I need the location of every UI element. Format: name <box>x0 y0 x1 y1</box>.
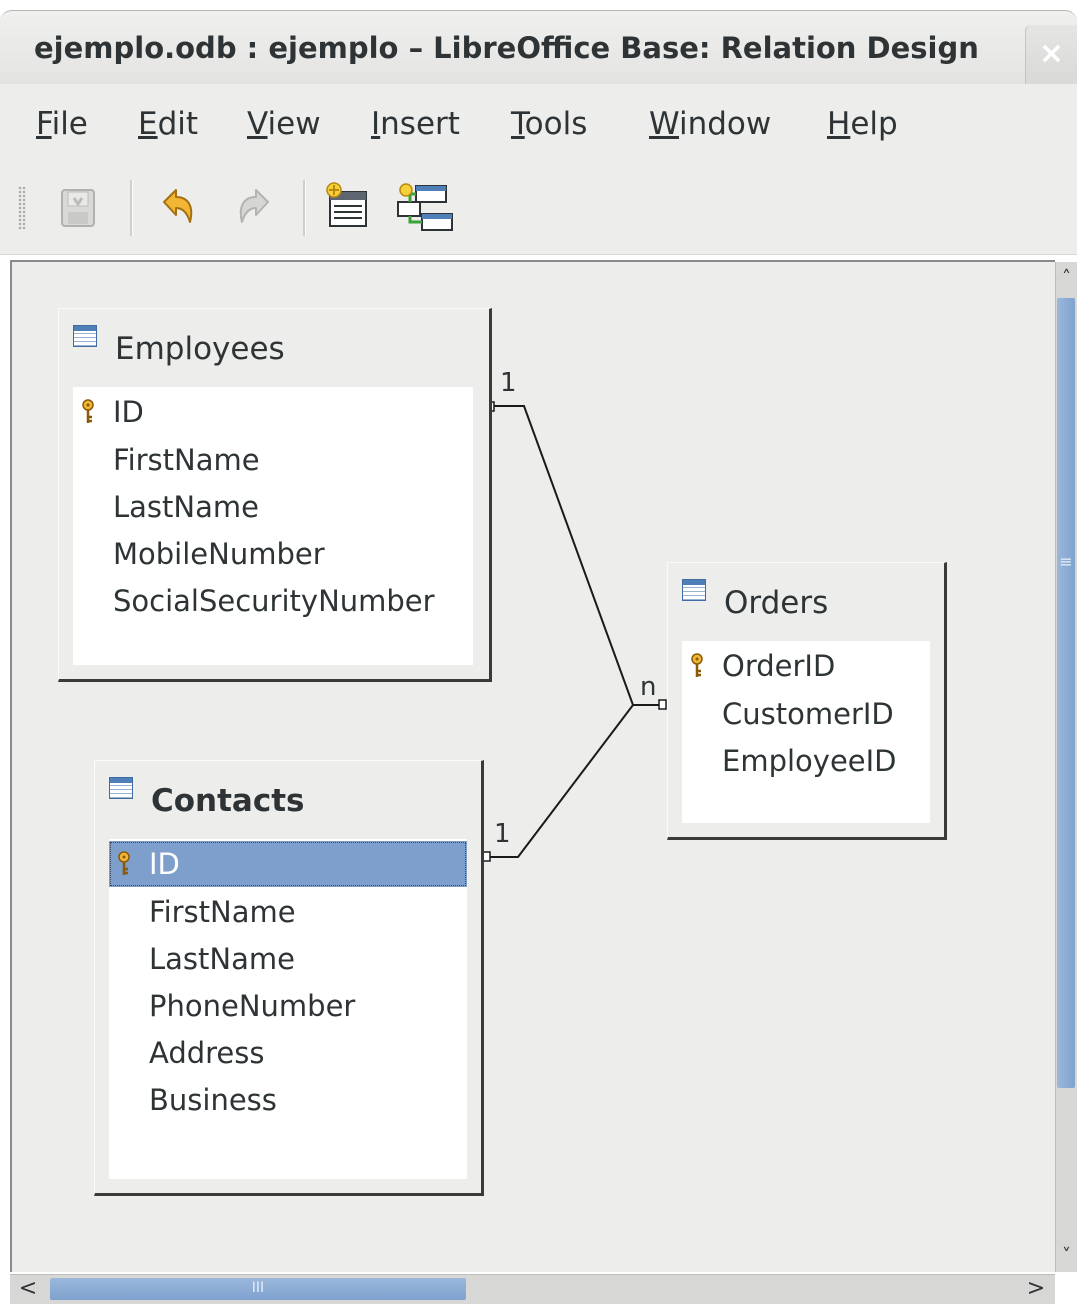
field-list[interactable]: ID FirstName LastName MobileNumber Socia… <box>73 387 473 665</box>
relation-line-employees-orders[interactable] <box>494 405 660 706</box>
primary-key-icon <box>691 653 703 677</box>
table-window-employees[interactable]: Employees ID FirstName LastName MobileNu… <box>58 308 492 682</box>
table-window-orders[interactable]: Orders OrderID CustomerID EmployeeID <box>667 562 947 840</box>
field-row[interactable]: LastName <box>109 936 467 982</box>
primary-key-icon <box>82 399 94 423</box>
field-row[interactable]: FirstName <box>73 437 473 483</box>
scroll-left-button[interactable]: < <box>14 1275 42 1303</box>
field-row[interactable]: MobileNumber <box>73 531 473 577</box>
relation-cardinality-orders: n <box>640 672 657 702</box>
field-row[interactable]: ID <box>73 389 473 435</box>
field-row[interactable]: FirstName <box>109 889 467 935</box>
scroll-up-button[interactable]: ˄ <box>1056 264 1077 292</box>
field-row[interactable]: Business <box>109 1077 467 1123</box>
field-row[interactable]: Address <box>109 1030 467 1076</box>
table-icon <box>73 325 97 347</box>
field-row[interactable]: SocialSecurityNumber <box>73 578 473 624</box>
primary-key-icon <box>118 851 130 875</box>
relation-line-contacts-orders[interactable] <box>490 704 634 858</box>
field-row[interactable]: LastName <box>73 484 473 530</box>
relation-cardinality-employees: 1 <box>500 368 517 398</box>
table-window-contacts[interactable]: Contacts ID FirstName LastName PhoneNumb… <box>94 760 484 1196</box>
field-row[interactable]: EmployeeID <box>682 738 930 784</box>
scroll-down-button[interactable]: ˅ <box>1056 1242 1077 1270</box>
table-icon <box>682 579 706 601</box>
orders-relation-endpoint <box>658 699 667 710</box>
relation-cardinality-contacts: 1 <box>494 819 511 849</box>
vertical-scroll-thumb[interactable] <box>1057 298 1075 1088</box>
horizontal-scrollbar[interactable]: < III > <box>10 1274 1055 1304</box>
field-list[interactable]: ID FirstName LastName PhoneNumber Addres… <box>109 839 467 1179</box>
contacts-relation-endpoint <box>482 851 491 862</box>
field-row[interactable]: PhoneNumber <box>109 983 467 1029</box>
field-row[interactable]: CustomerID <box>682 691 930 737</box>
vertical-scroll-grip: ≡ <box>1059 552 1073 571</box>
horizontal-scroll-thumb[interactable]: III <box>50 1278 466 1300</box>
scroll-right-button[interactable]: > <box>1022 1275 1050 1303</box>
vertical-scrollbar[interactable]: ˄ ≡ ˅ <box>1055 262 1077 1272</box>
table-icon <box>109 777 133 799</box>
field-row-selected[interactable]: ID <box>109 841 467 887</box>
field-list[interactable]: OrderID CustomerID EmployeeID <box>682 641 930 823</box>
field-row[interactable]: OrderID <box>682 643 930 689</box>
